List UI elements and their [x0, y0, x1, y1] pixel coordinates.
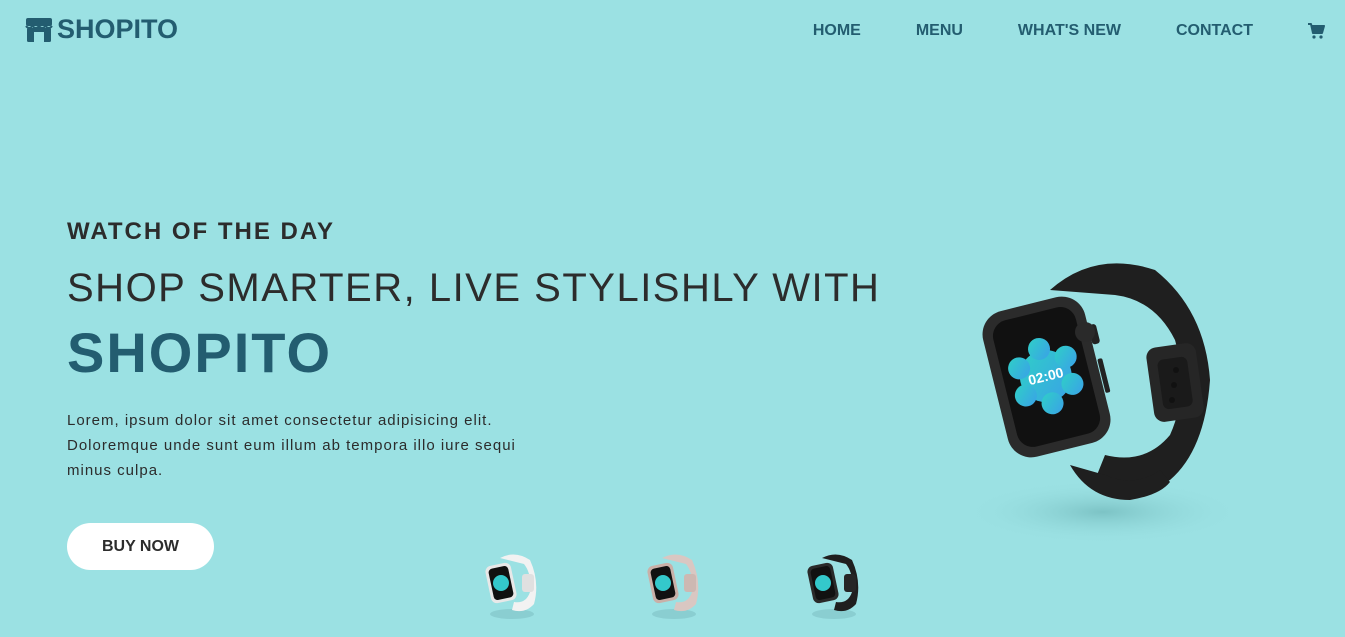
thumbnail-watch-white[interactable]: [480, 552, 544, 622]
page: SHOPITO HOME MENU WHAT'S NEW CONTACT WAT…: [0, 0, 1345, 637]
hero-headline: SHOP SMARTER, LIVE STYLISHLY WITH: [67, 266, 881, 310]
nav-home[interactable]: HOME: [813, 22, 861, 40]
main-nav: HOME MENU WHAT'S NEW CONTACT: [813, 22, 1325, 40]
buy-now-button[interactable]: BUY NOW: [67, 523, 214, 570]
thumbnail-watch-black[interactable]: [802, 552, 866, 622]
nav-whats-new[interactable]: WHAT'S NEW: [1018, 22, 1121, 40]
brand-name: SHOPITO: [57, 14, 179, 44]
nav-menu[interactable]: MENU: [916, 22, 963, 40]
thumbnail-watch-rose[interactable]: [642, 552, 706, 622]
hero-eyebrow: WATCH OF THE DAY: [67, 218, 336, 245]
hero-brand-word: SHOPITO: [67, 321, 333, 384]
hero-description: Lorem, ipsum dolor sit amet consectetur …: [67, 412, 516, 479]
hero-watch-image: 02:00: [963, 263, 1243, 544]
nav-contact[interactable]: CONTACT: [1176, 22, 1253, 40]
store-icon: [25, 17, 53, 42]
brand-logo[interactable]: SHOPITO: [24, 14, 178, 45]
cart-icon[interactable]: [1307, 22, 1325, 40]
